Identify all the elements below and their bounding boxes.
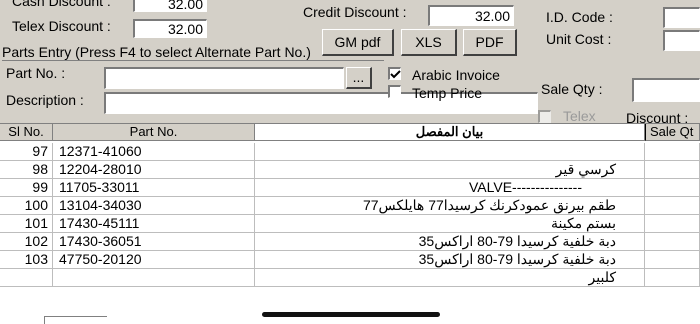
id-code-field[interactable]: [663, 7, 700, 28]
column-header-sl-no[interactable]: Sl No.: [0, 124, 53, 141]
sl-no-cell: 99: [0, 179, 53, 197]
telex-discount-field[interactable]: 32.00: [133, 19, 207, 38]
column-header-sale-qty[interactable]: Sale Qt: [645, 124, 700, 141]
table-row[interactable]: 102 17430-36051 دبة خلفية كرسيدا 79-80 ا…: [0, 233, 700, 251]
part-no-input[interactable]: [104, 67, 344, 89]
cash-discount-field[interactable]: 32.00: [133, 0, 207, 12]
part-no-cell: [53, 269, 255, 287]
arabic-invoice-checkbox[interactable]: [388, 67, 401, 80]
telex-checkbox[interactable]: [538, 110, 551, 123]
table-row[interactable]: 100 13104-34030 طقم بيرنق عمودكرنك كرسيد…: [0, 197, 700, 215]
sale-qty-cell: [645, 233, 700, 251]
sale-qty-cell: [645, 161, 700, 179]
description-cell: [255, 143, 645, 161]
table-row[interactable]: 99 11705-33011 VALVE---------------: [0, 179, 700, 197]
xls-button[interactable]: XLS: [401, 29, 457, 56]
part-no-cell: 13104-34030: [53, 197, 255, 215]
description-cell: كرسي قير: [255, 161, 645, 179]
temp-price-label: Temp Price: [412, 85, 483, 101]
part-no-cell: 12371-41060: [53, 143, 255, 161]
parts-table[interactable]: Sl No. Part No. بيان المفصل Sale Qt 97 1…: [0, 123, 700, 324]
part-no-label: Part No. :: [6, 65, 66, 81]
pdf-button[interactable]: PDF: [463, 29, 517, 56]
parts-entry-group-label: Parts Entry (Press F4 to select Alternat…: [2, 44, 315, 60]
sale-qty-cell: [645, 251, 700, 269]
part-no-cell: 12204-28010: [53, 161, 255, 179]
description-cell: بستم مكينة: [255, 215, 645, 233]
sl-no-cell: 101: [0, 215, 53, 233]
sl-no-cell: 97: [0, 143, 53, 161]
description-cell: كلبير: [255, 269, 645, 287]
sale-qty-cell: [645, 179, 700, 197]
credit-discount-field[interactable]: 32.00: [428, 5, 514, 26]
telex-discount-label: Telex Discount :: [12, 18, 111, 34]
browse-part-button[interactable]: ...: [346, 67, 372, 89]
description-cell: طقم بيرنق عمودكرنك كرسيدا77 هايلكس77: [255, 197, 645, 215]
sl-no-cell: 103: [0, 251, 53, 269]
column-header-description[interactable]: بيان المفصل: [255, 124, 645, 141]
unit-cost-field[interactable]: [663, 30, 700, 51]
table-row[interactable]: 97 12371-41060: [0, 143, 700, 161]
table-row[interactable]: 101 17430-45111 بستم مكينة: [0, 215, 700, 233]
part-no-cell: 17430-45111: [53, 215, 255, 233]
sl-no-cell: 98: [0, 161, 53, 179]
sl-no-cell: 100: [0, 197, 53, 215]
part-no-cell: 11705-33011: [53, 179, 255, 197]
sale-qty-cell: [645, 143, 700, 161]
sale-qty-input[interactable]: [632, 78, 700, 102]
table-row[interactable]: 103 47750-20120 دبة خلفية كرسيدا 79-80 ا…: [0, 251, 700, 269]
temp-price-checkbox[interactable]: [388, 85, 401, 98]
table-row[interactable]: 98 12204-28010 كرسي قير: [0, 161, 700, 179]
credit-discount-label: Credit Discount :: [303, 4, 407, 20]
id-code-label: I.D. Code :: [546, 9, 613, 25]
arabic-invoice-label: Arabic Invoice: [412, 67, 500, 83]
table-row[interactable]: كلبير: [0, 269, 700, 287]
home-indicator-bar: [262, 312, 440, 317]
part-no-cell: 47750-20120: [53, 251, 255, 269]
part-no-cell: 17430-36051: [53, 233, 255, 251]
description-cell: دبة خلفية كرسيدا 79-80 اراكس35: [255, 233, 645, 251]
description-cell: دبة خلفية كرسيدا 79-80 اراكس35: [255, 251, 645, 269]
sl-no-cell: 102: [0, 233, 53, 251]
sl-no-cell: [0, 269, 53, 287]
cash-discount-label: Cash Discount :: [12, 0, 111, 9]
sale-qty-cell: [645, 269, 700, 287]
gm-pdf-button[interactable]: GM pdf: [322, 29, 394, 56]
sale-qty-label: Sale Qty :: [541, 81, 603, 97]
unit-cost-label: Unit Cost :: [546, 31, 612, 47]
check-mark-icon: [390, 70, 401, 79]
description-label: Description :: [6, 92, 84, 108]
sale-qty-cell: [645, 215, 700, 233]
column-header-part-no[interactable]: Part No.: [53, 124, 255, 141]
sale-qty-cell: [645, 197, 700, 215]
telex-label: Telex: [563, 108, 596, 124]
description-cell: VALVE---------------: [255, 179, 645, 197]
